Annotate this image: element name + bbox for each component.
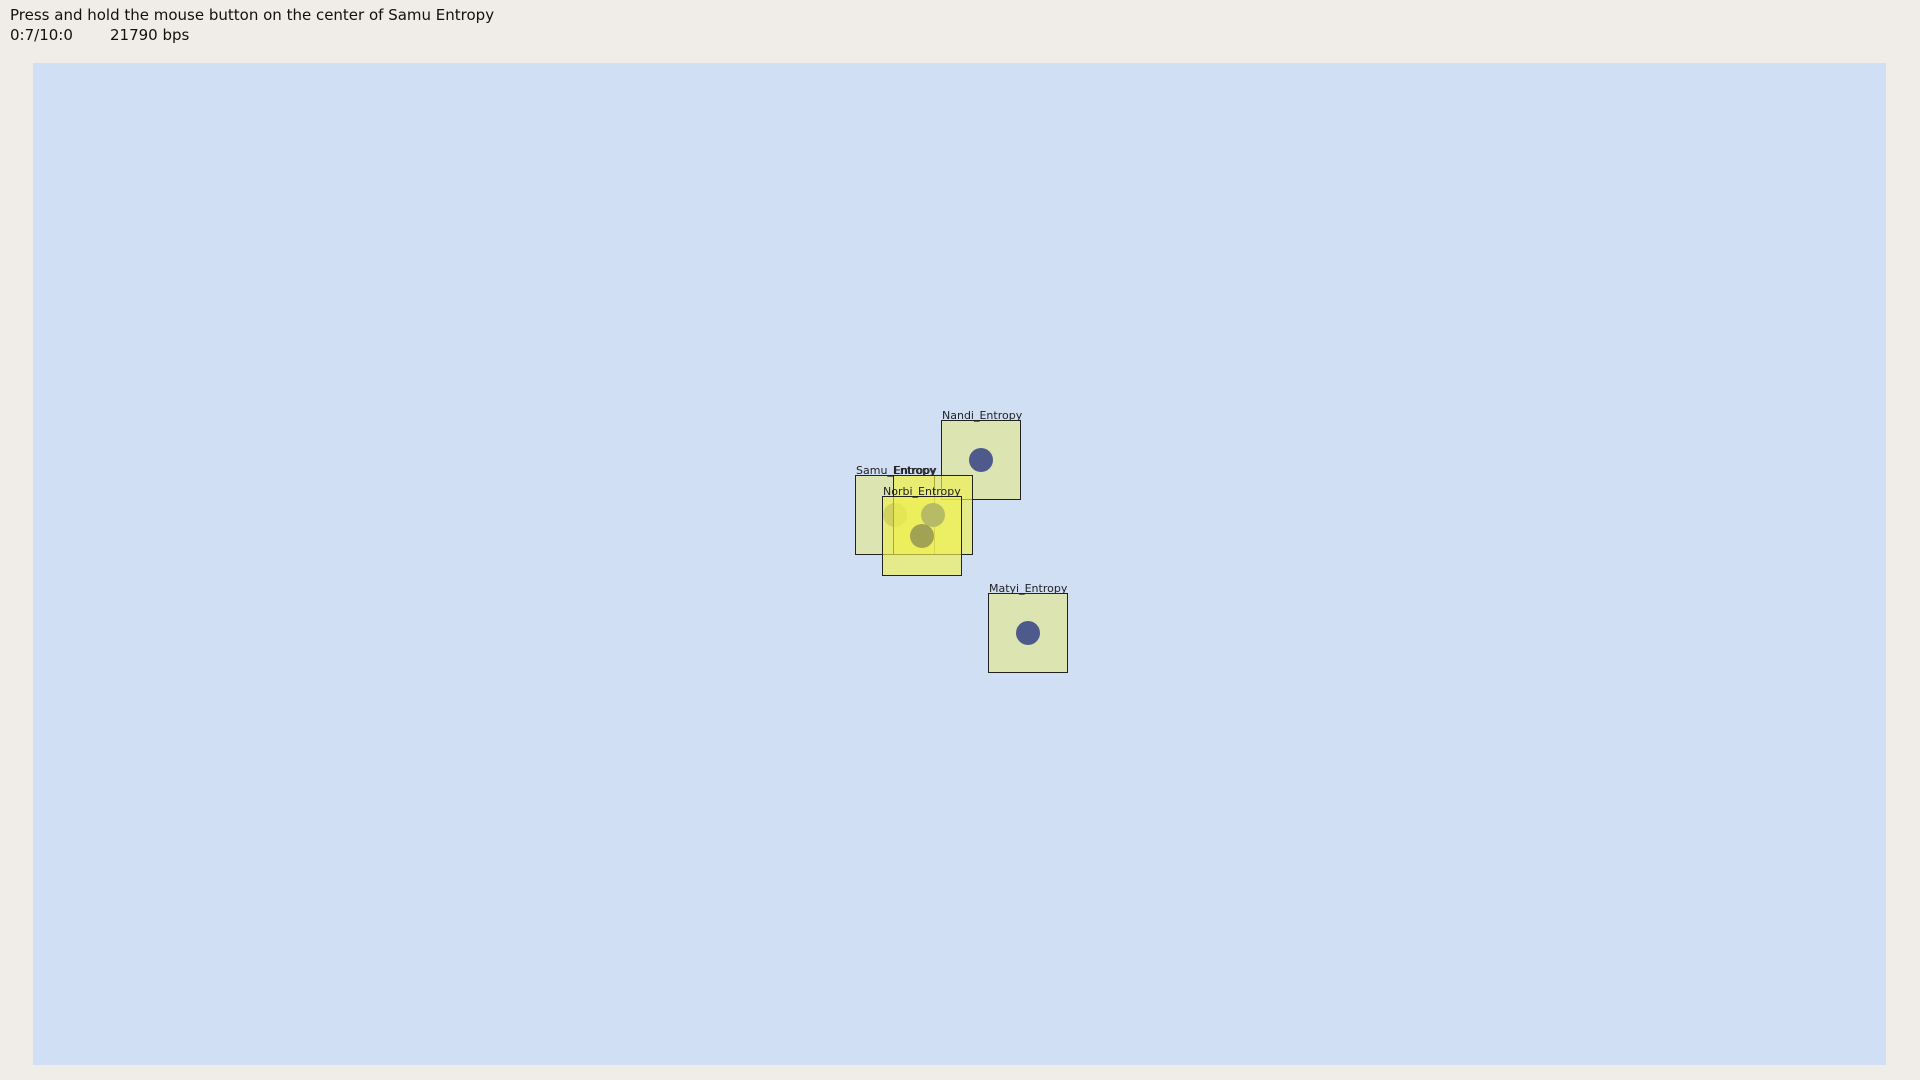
target-center-dot[interactable]: [910, 524, 934, 548]
target-label: Matyi_Entropy: [989, 582, 1068, 595]
status-row: 0:7/10:0 21790 bps: [10, 25, 494, 45]
progress-counter: 0:7/10:0: [10, 26, 73, 44]
target-label: Norbi_Entropy: [883, 485, 961, 498]
target-norbi-entropy[interactable]: Norbi_Entropy: [882, 486, 962, 576]
target-center-dot[interactable]: [969, 448, 993, 472]
play-area[interactable]: Samu_Entropy Nandi_Entropy Entropy Norbi…: [33, 63, 1886, 1065]
target-matyi-entropy[interactable]: Matyi_Entropy: [988, 583, 1068, 673]
bitrate-readout: 21790 bps: [110, 26, 190, 44]
header: Press and hold the mouse button on the c…: [10, 5, 494, 45]
target-center-dot[interactable]: [1016, 621, 1040, 645]
instruction-text: Press and hold the mouse button on the c…: [10, 6, 495, 24]
target-label: Nandi_Entropy: [942, 409, 1023, 422]
target-label: Entropy: [894, 464, 937, 477]
